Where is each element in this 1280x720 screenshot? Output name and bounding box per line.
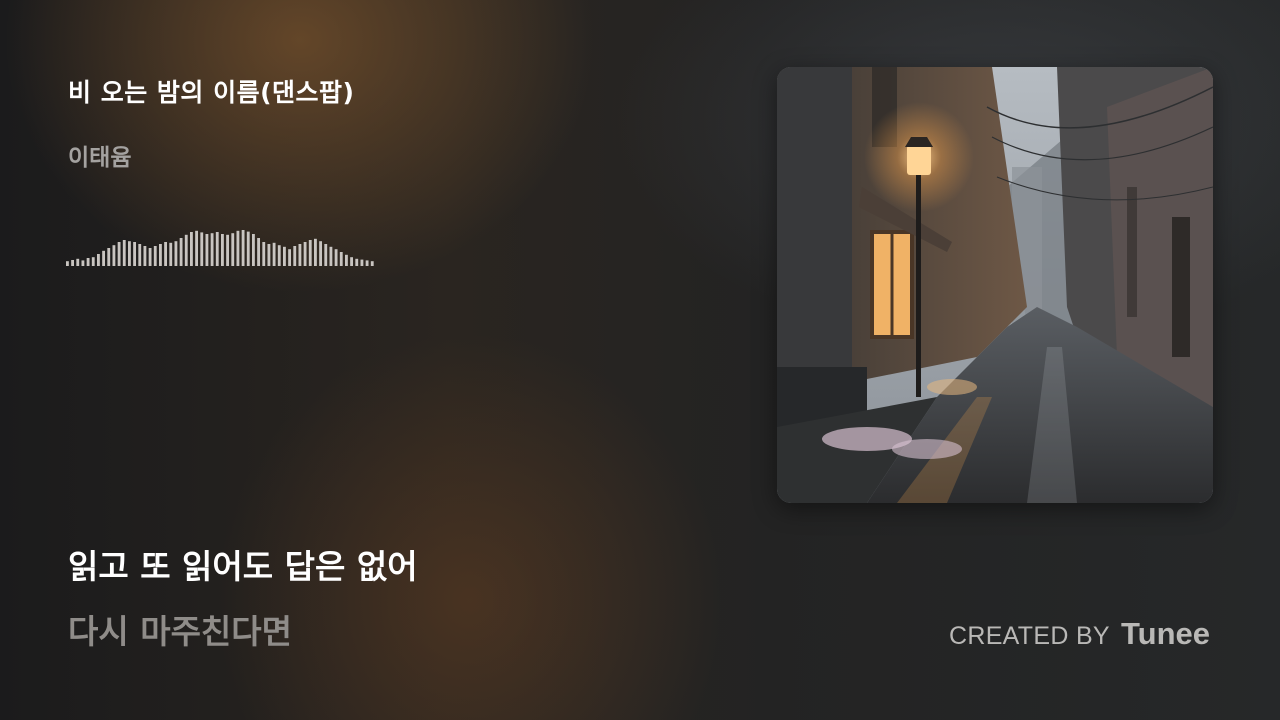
waveform-bar [174,241,178,266]
waveform-bar [210,233,214,266]
waveform-bar [81,260,85,266]
brand-logo-text: Tunee [1121,616,1210,651]
waveform-bar [184,234,188,266]
waveform-bar [319,241,323,266]
waveform-bar [339,252,343,266]
artist-name: 이태윰 [68,145,132,171]
waveform-bar [128,241,131,266]
song-title: 비 오는 밤의 이름(댄스팝) [68,78,355,107]
creator-credit: CREATED BY Tunee [949,616,1210,652]
waveform-bar [215,232,219,266]
waveform-bar [122,240,126,266]
waveform-bar [169,242,173,266]
waveform-bar [133,242,137,266]
waveform-bar [66,261,69,266]
waveform-bar [241,230,245,266]
credit-prefix: CREATED BY [949,622,1110,650]
waveform-bar [314,238,317,266]
rainy-alley-lamp-image [777,67,1213,503]
waveform-bar [293,246,297,266]
waveform-bar [308,240,312,266]
waveform-bar [221,234,224,266]
cover-art [777,67,1213,503]
waveform-bar [200,232,204,266]
waveform-bar [288,249,292,266]
waveform-bar [195,230,199,266]
waveform-bar [246,231,250,266]
waveform-bar [91,257,95,266]
waveform-bar [365,260,369,266]
current-lyric-line: 읽고 또 읽어도 답은 없어 [68,547,418,586]
waveform-bar [283,246,286,266]
next-lyric-line: 다시 마주친다면 [68,612,293,651]
waveform-bar [355,258,359,266]
waveform-bar [71,260,75,266]
waveform-bar [350,257,354,266]
waveform-bar [252,234,255,266]
waveform-bar [112,245,116,266]
waveform-bar [298,244,302,266]
waveform-bar [138,244,142,266]
waveform-bar [236,230,240,266]
waveform-bar [86,258,90,266]
waveform-bar [360,259,364,266]
waveform-bar [143,246,147,266]
waveform-bar [76,258,80,266]
waveform-bar [267,244,271,266]
audio-waveform [66,230,374,266]
waveform-bar [272,242,276,266]
waveform-bar [148,248,152,266]
waveform-bar [159,244,162,266]
waveform-bar [102,250,106,266]
waveform-bar [205,234,209,266]
waveform-bar [277,245,281,266]
waveform-bar [345,254,348,266]
waveform-bar [324,244,328,266]
waveform-bar [117,242,121,266]
waveform-bar [97,254,100,266]
waveform-bar [153,246,157,266]
waveform-bar [262,242,266,266]
waveform-bar [179,238,183,266]
waveform-bar [190,232,193,266]
waveform-bar [257,238,261,266]
waveform-bar [226,234,230,266]
waveform-bar [303,242,307,266]
waveform-bar [231,233,235,266]
waveform-bar [164,242,168,266]
waveform-bar [107,248,111,266]
waveform-bar [334,249,338,266]
waveform-bar [370,261,374,266]
waveform-bar [329,246,333,266]
